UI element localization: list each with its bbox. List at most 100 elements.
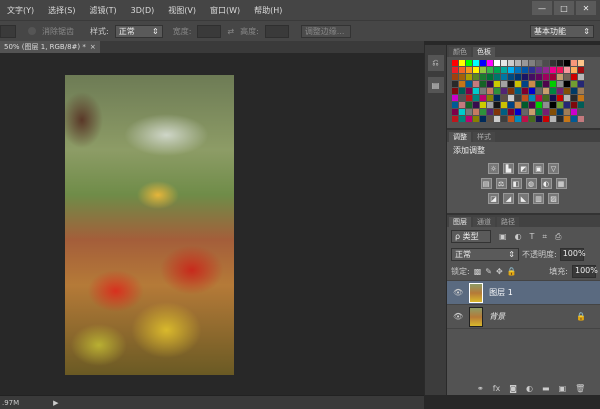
swatch[interactable] (508, 109, 514, 115)
swatch[interactable] (529, 116, 535, 122)
layer-row[interactable]: 👁 图层 1 (447, 281, 600, 305)
swatch[interactable] (557, 102, 563, 108)
swatch[interactable] (501, 60, 507, 66)
adjustment-icon[interactable]: ◍ (525, 178, 537, 189)
swatch[interactable] (501, 88, 507, 94)
swatch[interactable] (501, 95, 507, 101)
swatch[interactable] (543, 74, 549, 80)
visibility-eye-icon[interactable]: 👁 (453, 312, 463, 321)
adjustment-icon[interactable]: ▨ (548, 193, 559, 204)
swatch[interactable] (536, 67, 542, 73)
swatch[interactable] (571, 60, 577, 66)
refine-edge-button[interactable]: 调整边缘... (300, 24, 351, 38)
lock-paint-icon[interactable]: ✎ (485, 267, 492, 276)
adjustment-icon[interactable]: ▤ (480, 178, 492, 189)
swatch[interactable] (452, 81, 458, 87)
filter-type-icon[interactable]: T (530, 232, 535, 241)
swatch[interactable] (459, 109, 465, 115)
swatch[interactable] (452, 95, 458, 101)
swatch[interactable] (529, 67, 535, 73)
swatch[interactable] (550, 95, 556, 101)
swatch[interactable] (459, 102, 465, 108)
adjustment-icon[interactable]: ◩ (518, 163, 529, 174)
adjustment-icon[interactable]: ◢ (503, 193, 514, 204)
adjustment-icon[interactable]: ▙ (503, 163, 514, 174)
swatch[interactable] (501, 109, 507, 115)
blend-mode-select[interactable]: 正常 ⇕ (451, 248, 519, 261)
layer-footer-icon[interactable]: fx (493, 384, 501, 393)
swatch[interactable] (494, 95, 500, 101)
swatch[interactable] (571, 67, 577, 73)
swatch[interactable] (557, 81, 563, 87)
swatch[interactable] (571, 74, 577, 80)
swatch[interactable] (487, 67, 493, 73)
swatch[interactable] (515, 67, 521, 73)
swatch[interactable] (459, 88, 465, 94)
swatch[interactable] (578, 109, 584, 115)
lock-transparent-icon[interactable]: ▩ (474, 267, 482, 276)
swatch[interactable] (480, 60, 486, 66)
swatch[interactable] (557, 95, 563, 101)
swatch[interactable] (473, 102, 479, 108)
adjustment-icon[interactable]: ▦ (555, 178, 567, 189)
swatch[interactable] (564, 102, 570, 108)
swap-icon[interactable]: ⇄ (227, 27, 234, 36)
swatch[interactable] (494, 60, 500, 66)
adjustment-icon[interactable]: ◧ (510, 178, 522, 189)
swatch[interactable] (452, 116, 458, 122)
visibility-eye-icon[interactable]: 👁 (453, 288, 463, 297)
properties-icon[interactable]: ▤ (427, 77, 444, 93)
tab-paths[interactable]: 路径 (497, 217, 519, 227)
swatch[interactable] (522, 74, 528, 80)
swatch[interactable] (529, 88, 535, 94)
adjustment-icon[interactable]: ▽ (548, 163, 559, 174)
swatch[interactable] (508, 102, 514, 108)
swatch[interactable] (529, 81, 535, 87)
layer-footer-icon[interactable]: ⚭ (477, 384, 484, 393)
swatch[interactable] (487, 102, 493, 108)
canvas-image[interactable] (65, 75, 234, 375)
swatch[interactable] (536, 81, 542, 87)
swatch[interactable] (466, 95, 472, 101)
swatch[interactable] (515, 81, 521, 87)
swatch[interactable] (536, 95, 542, 101)
swatch[interactable] (501, 74, 507, 80)
swatch[interactable] (571, 116, 577, 122)
swatch[interactable] (508, 74, 514, 80)
maximize-button[interactable]: □ (554, 1, 574, 15)
swatch[interactable] (564, 67, 570, 73)
adjustment-icon[interactable]: ▣ (533, 163, 544, 174)
layer-footer-icon[interactable]: ▬ (542, 384, 550, 393)
swatch[interactable] (480, 102, 486, 108)
swatch[interactable] (473, 95, 479, 101)
status-menu-arrow[interactable]: ▶ (53, 399, 58, 407)
swatch[interactable] (473, 74, 479, 80)
layer-row[interactable]: 👁 背景 🔒 (447, 305, 600, 329)
fill-field[interactable]: 100% (572, 265, 598, 278)
layer-filter-select[interactable]: ρ 类型 (451, 230, 491, 243)
swatch[interactable] (480, 116, 486, 122)
swatch[interactable] (473, 88, 479, 94)
swatch[interactable] (564, 81, 570, 87)
swatch[interactable] (487, 81, 493, 87)
lock-move-icon[interactable]: ✥ (496, 267, 503, 276)
swatch[interactable] (494, 88, 500, 94)
swatch[interactable] (564, 60, 570, 66)
swatch[interactable] (522, 88, 528, 94)
swatch[interactable] (529, 74, 535, 80)
tab-color[interactable]: 颜色 (449, 47, 471, 57)
filter-shape-icon[interactable]: ⌗ (542, 232, 547, 242)
swatch[interactable] (480, 81, 486, 87)
opacity-field[interactable]: 100% (559, 248, 586, 261)
swatch[interactable] (466, 60, 472, 66)
swatch[interactable] (459, 81, 465, 87)
swatch[interactable] (494, 109, 500, 115)
close-button[interactable]: ✕ (576, 1, 596, 15)
swatch[interactable] (459, 67, 465, 73)
swatch[interactable] (522, 102, 528, 108)
feather-field[interactable] (0, 24, 16, 38)
menu-select[interactable]: 选择(S) (41, 5, 82, 16)
swatch[interactable] (508, 67, 514, 73)
swatch[interactable] (508, 60, 514, 66)
swatch[interactable] (578, 60, 584, 66)
